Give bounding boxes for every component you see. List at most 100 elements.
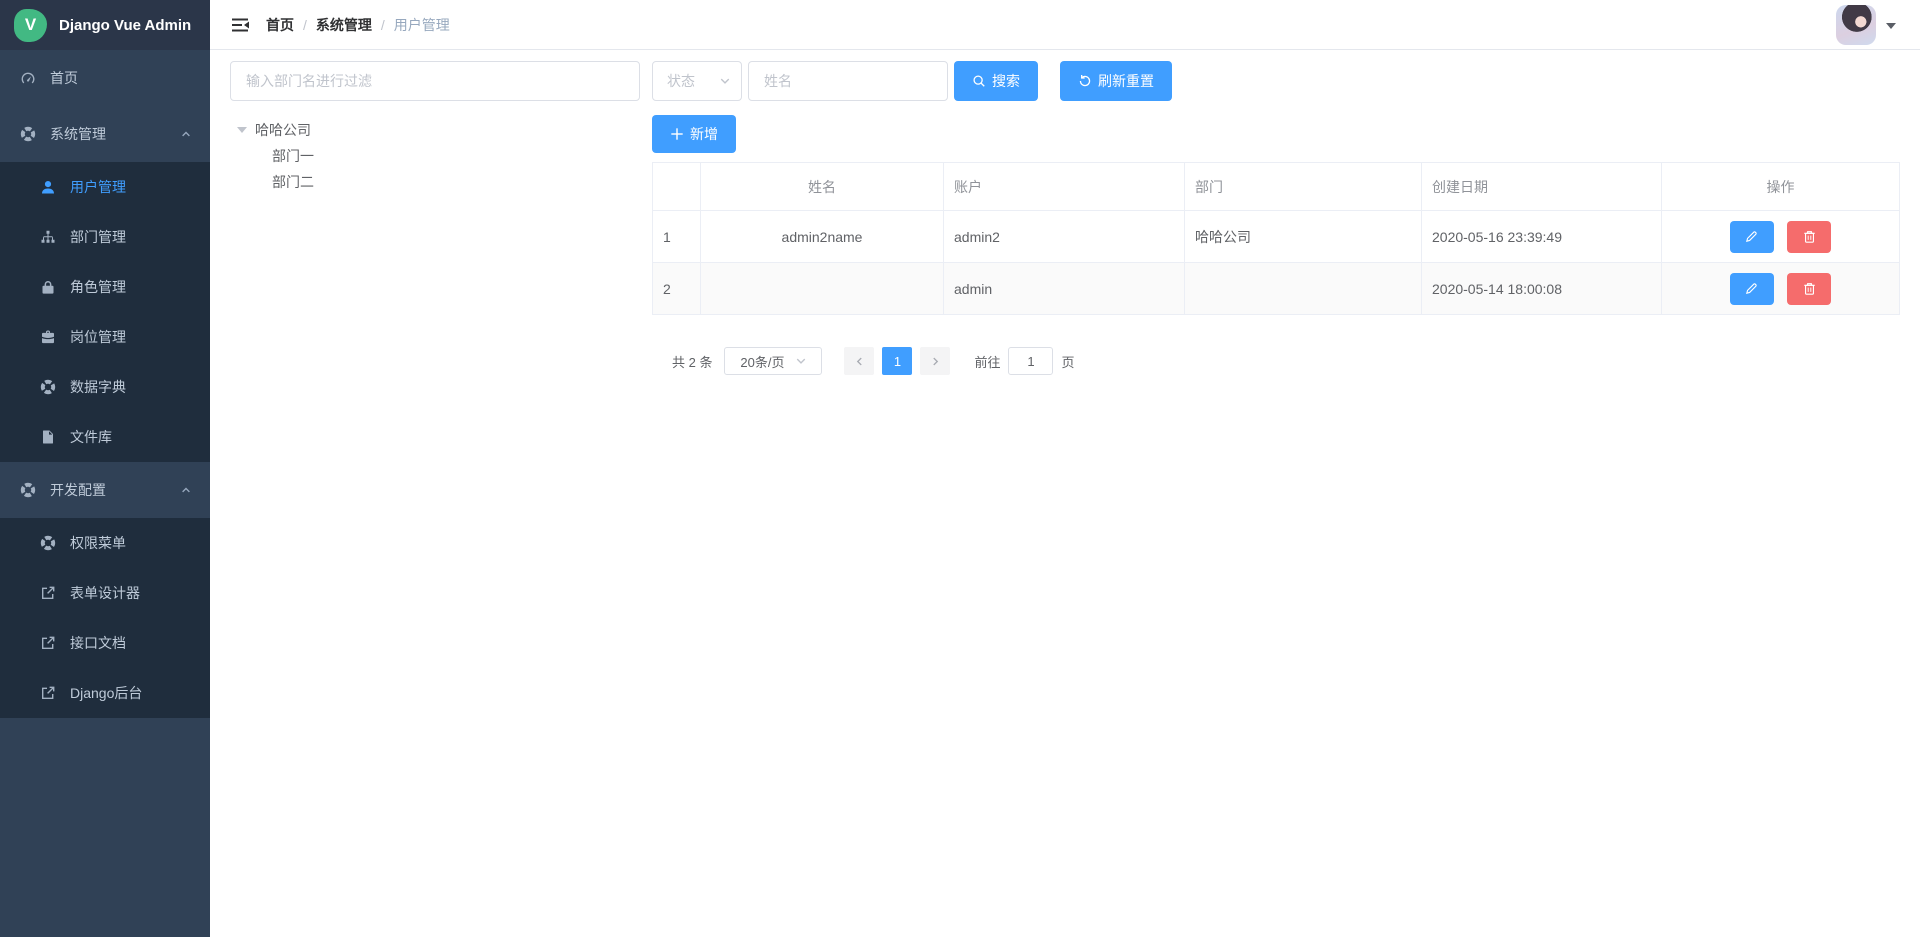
plus-icon [670,127,684,141]
edit-button[interactable] [1730,273,1774,305]
topbar: 首页 / 系统管理 / 用户管理 [210,0,1920,50]
sidebar-group-label: 开发配置 [50,480,106,500]
chevron-right-icon [930,356,941,367]
chevron-up-icon [180,128,192,140]
prev-page-button[interactable] [844,347,874,375]
user-avatar[interactable] [1836,5,1876,45]
delete-button[interactable] [1787,273,1831,305]
department-tree: 哈哈公司 部门一 部门二 [230,117,640,195]
page-size-select[interactable]: 20条/页 [724,347,822,375]
breadcrumb: 首页 / 系统管理 / 用户管理 [266,15,450,35]
header-created: 创建日期 [1422,163,1662,211]
add-button[interactable]: 新增 [652,115,736,153]
sidebar-item-label: 岗位管理 [70,327,126,347]
pagination-total: 共 2 条 [672,352,712,371]
department-filter-input[interactable] [230,61,640,101]
sidebar-group-dev-config[interactable]: 开发配置 [0,462,210,518]
component-icon [20,482,36,498]
component-icon [20,126,36,142]
header-index [653,163,701,211]
edit-icon [1744,229,1759,244]
caret-down-icon[interactable] [1886,23,1896,34]
header-account: 账户 [944,163,1185,211]
app-title: Django Vue Admin [59,17,191,34]
topbar-right [1836,5,1900,45]
submenu-system: 用户管理 部门管理 角色管理 岗位管理 [0,162,210,462]
delete-button[interactable] [1787,221,1831,253]
sidebar-item-label: 数据字典 [70,377,126,397]
cell-name: admin2name [701,211,944,263]
status-select-placeholder: 状态 [667,71,695,91]
status-select[interactable]: 状态 [652,61,742,101]
cell-index: 1 [653,211,701,263]
app-logo: V Django Vue Admin [0,0,210,50]
cell-index: 2 [653,263,701,315]
component-icon [40,535,56,551]
cell-dept [1185,263,1422,315]
name-filter-input[interactable] [748,61,948,101]
breadcrumb-system[interactable]: 系统管理 [316,15,372,35]
sidebar-item-user-mgmt[interactable]: 用户管理 [0,162,210,212]
tree-node-label: 哈哈公司 [255,120,311,140]
refresh-icon [1078,74,1092,88]
vue-logo-icon: V [14,9,47,42]
table-row: 1 admin2name admin2 哈哈公司 2020-05-16 23:3… [653,211,1900,263]
hamburger-icon[interactable] [230,15,250,35]
sidebar-item-dept-mgmt[interactable]: 部门管理 [0,212,210,262]
chevron-up-icon [180,484,192,496]
header-name: 姓名 [701,163,944,211]
tree-node-root[interactable]: 哈哈公司 [230,117,640,143]
sidebar-group-label: 系统管理 [50,124,106,144]
sidebar-item-form-designer[interactable]: 表单设计器 [0,568,210,618]
next-page-button[interactable] [920,347,950,375]
goto-label: 前往 [974,352,1000,371]
lock-icon [40,279,56,295]
sidebar-item-data-dict[interactable]: 数据字典 [0,362,210,412]
breadcrumb-home[interactable]: 首页 [266,15,294,35]
dashboard-icon [20,70,36,86]
cell-name [701,263,944,315]
pagination: 共 2 条 20条/页 1 前往 页 [652,347,1900,375]
cell-ops [1662,263,1900,315]
sidebar-item-api-docs[interactable]: 接口文档 [0,618,210,668]
header-ops: 操作 [1662,163,1900,211]
cell-account: admin2 [944,211,1185,263]
sidebar-item-label: 接口文档 [70,633,126,653]
delete-icon [1802,281,1817,296]
sidebar-item-label: Django后台 [70,683,142,703]
sidebar-group-system[interactable]: 系统管理 [0,106,210,162]
sidebar-item-post-mgmt[interactable]: 岗位管理 [0,312,210,362]
breadcrumb-separator: / [303,17,307,33]
sidebar-item-label: 文件库 [70,427,112,447]
tree-node-dept1[interactable]: 部门一 [230,143,640,169]
sidebar-item-django-backend[interactable]: Django后台 [0,668,210,718]
tree-children: 部门一 部门二 [230,143,640,195]
edit-icon [1744,281,1759,296]
main-content: 哈哈公司 部门一 部门二 状态 [210,51,1920,937]
refresh-reset-button[interactable]: 刷新重置 [1060,61,1172,101]
cell-created: 2020-05-16 23:39:49 [1422,211,1662,263]
caret-down-icon [237,127,247,138]
chevron-left-icon [854,356,865,367]
tree-node-dept2[interactable]: 部门二 [230,169,640,195]
tree-node-label: 部门一 [272,146,314,166]
search-icon [972,74,986,88]
external-link-icon [40,585,56,601]
user-table: 姓名 账户 部门 创建日期 操作 1 admin2name admin2 哈哈公… [652,162,1900,315]
search-button[interactable]: 搜索 [954,61,1038,101]
sidebar-item-file-library[interactable]: 文件库 [0,412,210,462]
table-row: 2 admin 2020-05-14 18:00:08 [653,263,1900,315]
cell-dept: 哈哈公司 [1185,211,1422,263]
sidebar-item-label: 权限菜单 [70,533,126,553]
cell-account: admin [944,263,1185,315]
goto-page-input[interactable] [1008,347,1053,375]
sidebar-item-home[interactable]: 首页 [0,50,210,106]
sidebar-item-label: 首页 [50,68,78,88]
page-button-1[interactable]: 1 [882,347,912,375]
sidebar-item-role-mgmt[interactable]: 角色管理 [0,262,210,312]
briefcase-icon [40,329,56,345]
sidebar-item-permission-menu[interactable]: 权限菜单 [0,518,210,568]
component-icon [40,379,56,395]
edit-button[interactable] [1730,221,1774,253]
sidebar-menu: 首页 系统管理 用户管理 部门管理 [0,50,210,718]
